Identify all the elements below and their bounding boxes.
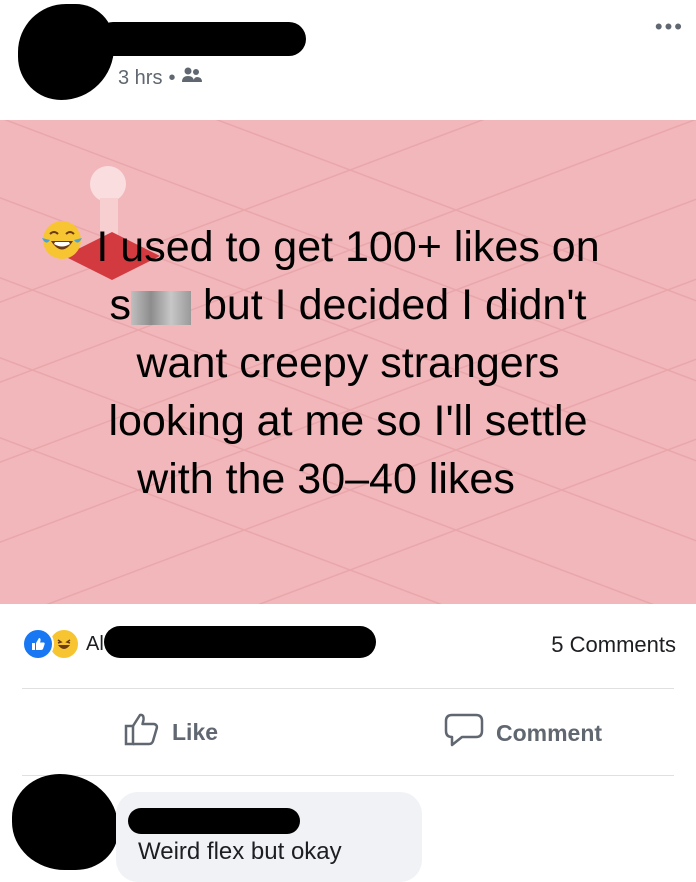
post-text: I used to get 100+ likes on s but I deci… (40, 218, 656, 508)
like-icon (22, 628, 54, 660)
redacted-name (96, 22, 306, 56)
redacted-commenter-avatar (12, 774, 118, 870)
like-label: Like (172, 718, 219, 745)
redacted-avatar (18, 4, 114, 100)
redacted-reaction-names (104, 626, 376, 658)
comments-count[interactable]: 5 Comments (551, 632, 676, 658)
like-button[interactable]: Like (124, 712, 218, 752)
post-text-line: s but I decided I didn't (109, 281, 587, 329)
post-text-line: I used to get 100+ likes on (96, 223, 600, 271)
friends-icon (181, 66, 203, 90)
divider (22, 775, 674, 776)
thumbs-up-icon (124, 712, 160, 752)
tears-of-joy-icon (42, 221, 559, 504)
comment-bubble[interactable] (116, 792, 422, 882)
more-options-button[interactable]: ••• (655, 14, 684, 40)
post-background: I used to get 100+ likes on s but I deci… (0, 120, 696, 604)
redacted-commenter-name (128, 808, 300, 834)
post-text-line: with the 30–40 likes (40, 221, 656, 508)
post-time[interactable]: 3 hrs (118, 67, 162, 90)
comment-label: Comment (496, 719, 603, 746)
censored-word (131, 290, 191, 325)
meta-separator: • (168, 66, 176, 89)
comment-button[interactable]: Comment (444, 712, 602, 754)
post-header: 3 hrs • ••• (0, 0, 696, 118)
comment-bubble-icon (444, 712, 484, 754)
divider (22, 688, 674, 689)
post-text-line: looking at me so I'll settle (108, 397, 588, 445)
post-text-line: want creepy strangers (136, 339, 560, 387)
post-meta: 3 hrs • (118, 66, 203, 90)
reaction-names: Al (86, 632, 104, 655)
reactions-summary[interactable]: Al (22, 628, 104, 660)
